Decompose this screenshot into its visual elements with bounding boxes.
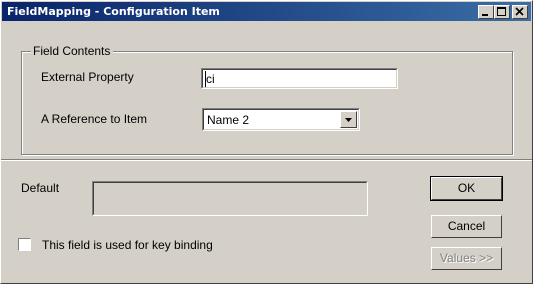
close-icon (515, 7, 524, 16)
default-field[interactable] (92, 181, 368, 216)
ok-button[interactable]: OK (430, 176, 503, 201)
field-contents-legend: Field Contents (31, 44, 114, 58)
cancel-button[interactable]: Cancel (431, 215, 502, 238)
maximize-icon (497, 7, 506, 16)
close-button[interactable] (512, 5, 528, 19)
reference-selected: Name 2 (207, 113, 250, 127)
key-binding-checkbox[interactable] (18, 238, 31, 251)
cancel-button-label: Cancel (447, 219, 486, 233)
dialog-window: FieldMapping - Configuration Item Field … (0, 0, 533, 284)
external-property-label: External Property (41, 70, 134, 84)
maximize-button[interactable] (494, 5, 510, 19)
external-property-value: ci (206, 72, 215, 86)
chevron-down-icon (345, 118, 352, 122)
values-button[interactable]: Values >> (431, 247, 502, 270)
ok-button-label: OK (457, 181, 476, 195)
window-title: FieldMapping - Configuration Item (7, 5, 220, 18)
reference-dropdown[interactable]: Name 2 (202, 108, 360, 131)
reference-label: A Reference to Item (41, 112, 148, 126)
default-label: Default (21, 181, 60, 195)
dropdown-button[interactable] (340, 111, 357, 128)
key-binding-label[interactable]: This field is used for key binding (42, 238, 213, 252)
minimize-button[interactable] (478, 5, 494, 19)
title-bar[interactable]: FieldMapping - Configuration Item (2, 2, 531, 21)
values-button-label: Values >> (439, 251, 494, 265)
external-property-input[interactable]: ci (201, 68, 398, 89)
minimize-icon (482, 14, 488, 16)
field-contents-group (21, 51, 513, 155)
